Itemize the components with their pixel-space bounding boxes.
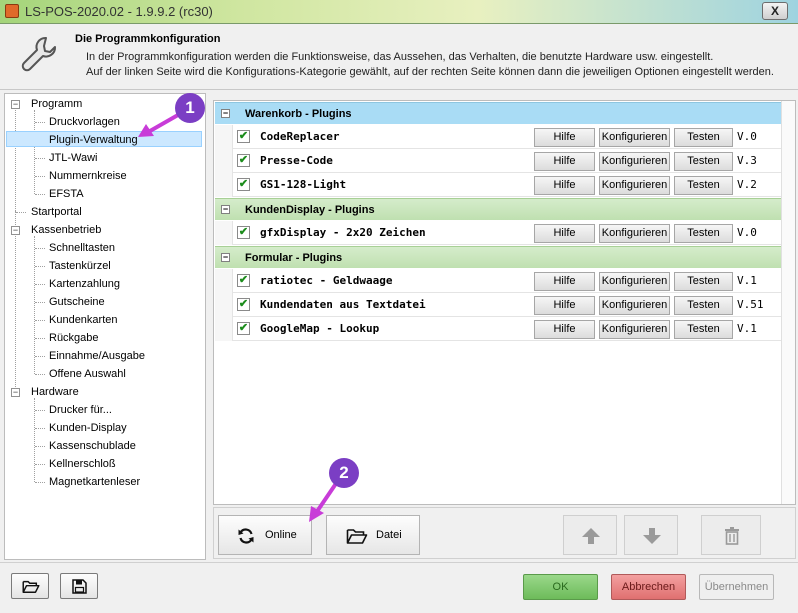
annotation-arrows <box>138 113 337 522</box>
annotation-marker-2: 2 <box>329 458 359 488</box>
annotation-marker-1: 1 <box>175 93 205 123</box>
